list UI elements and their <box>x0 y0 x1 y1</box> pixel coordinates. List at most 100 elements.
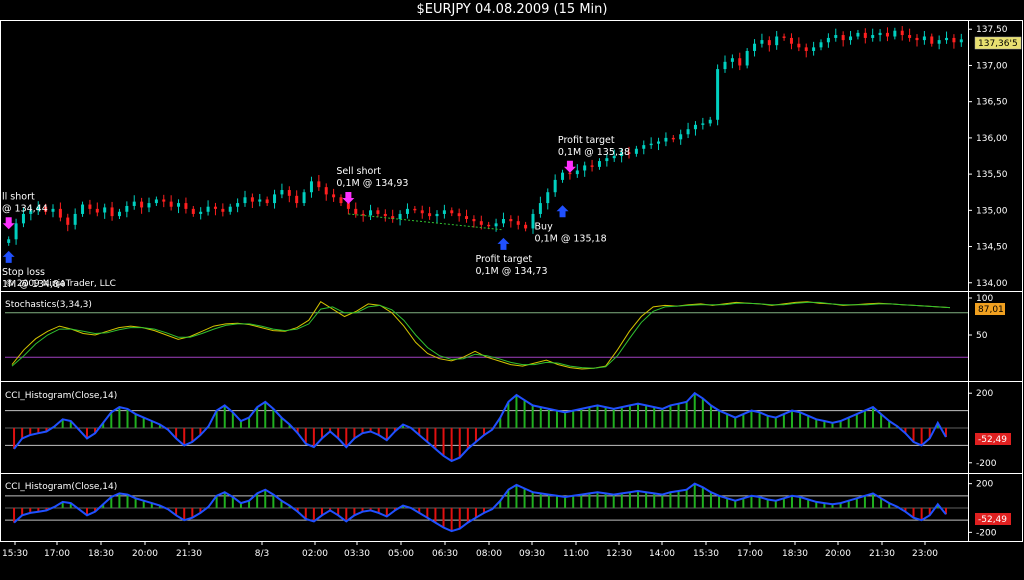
stochastics-panel[interactable]: 50 100 <box>5 294 993 370</box>
candle-body <box>472 219 476 222</box>
candle-body <box>81 204 85 214</box>
candle-body <box>930 36 934 44</box>
candle-body <box>945 37 949 41</box>
candle-body <box>117 211 121 217</box>
y-tick-label: 136,00 <box>976 134 1008 144</box>
candle-body <box>509 219 513 222</box>
candle-body <box>693 124 697 130</box>
candle-body <box>767 40 771 46</box>
candle-body <box>856 32 860 37</box>
candle-body <box>317 181 321 188</box>
x-tick-label: 15:30 <box>2 549 28 559</box>
stoch-d-line <box>11 301 951 369</box>
x-tick-label: 23:00 <box>912 549 938 559</box>
x-tick-label: 18:30 <box>88 549 114 559</box>
candle-body <box>243 197 247 204</box>
candle-body <box>184 203 188 209</box>
candle-body <box>797 43 801 48</box>
candle-body <box>405 208 409 214</box>
x-tick-label: 20:00 <box>132 549 158 559</box>
candle-body <box>21 213 25 224</box>
candle-body <box>922 36 926 41</box>
candle-body <box>590 165 594 167</box>
y-tick-label: -200 <box>976 528 997 538</box>
x-tick-label: 03:30 <box>344 549 370 559</box>
candle-body <box>789 37 793 44</box>
candle-body <box>885 32 889 37</box>
x-tick-label: 17:00 <box>737 549 763 559</box>
candle-body <box>206 206 210 212</box>
trade-annotation: 0,1M @ 135,18 <box>535 233 607 244</box>
price-panel[interactable]: 134,00 134,50 135,00 135,50 136,00 136,50 137,… <box>2 25 1008 290</box>
candle-body <box>51 208 55 212</box>
cci-line <box>13 482 947 533</box>
x-tick-label: 21:30 <box>869 549 895 559</box>
x-tick-label: 14:00 <box>649 549 675 559</box>
candle-body <box>546 192 550 204</box>
candle-body <box>295 195 299 204</box>
sell-arrow-icon <box>342 191 355 204</box>
candle-body <box>657 141 661 144</box>
candle-body <box>132 201 136 206</box>
stoch-value-badge: 87,01 <box>975 303 1005 315</box>
candle-body <box>959 39 963 43</box>
x-tick-label: 15:30 <box>693 549 719 559</box>
candle-body <box>354 208 358 214</box>
y-tick-label: 200 <box>976 389 993 399</box>
candle-body <box>568 172 572 175</box>
candle-body <box>369 210 373 216</box>
candle-body <box>760 40 764 44</box>
y-tick-label: 100 <box>976 294 993 304</box>
cci2-value-badge: -52,49 <box>975 513 1011 525</box>
candle-body <box>199 211 203 214</box>
candle-body <box>649 143 653 146</box>
candle-body <box>841 35 845 41</box>
candle-body <box>561 172 565 180</box>
cci-histogram-panel-1[interactable]: -200 200 <box>5 389 997 469</box>
candle-body <box>915 37 919 41</box>
candle-body <box>7 239 11 243</box>
candle-body <box>450 210 454 214</box>
candle-body <box>745 50 749 66</box>
candle-body <box>228 206 232 212</box>
candle-body <box>538 203 542 214</box>
candle-body <box>140 201 144 208</box>
candle-body <box>871 35 875 38</box>
x-tick-label: 21:30 <box>176 549 202 559</box>
candle-body <box>413 208 417 211</box>
cci1-value-label: -52,49 <box>978 435 1007 445</box>
candle-body <box>583 165 587 171</box>
chart-border <box>0 20 1023 542</box>
candle-body <box>501 219 505 224</box>
y-tick-label: 135,50 <box>976 170 1008 180</box>
chart-canvas[interactable]: 134,00 134,50 135,00 135,50 136,00 136,50 137,… <box>0 0 1024 580</box>
candle-body <box>280 190 284 195</box>
candle-body <box>265 199 269 204</box>
candle-body <box>597 161 601 167</box>
candle-body <box>487 224 491 227</box>
x-tick-label: 8/3 <box>255 549 269 559</box>
candle-body <box>420 210 424 214</box>
trade-annotation: Profit target <box>558 135 615 146</box>
cci-line <box>13 391 947 463</box>
candle-body <box>465 216 469 220</box>
candle-body <box>442 210 446 214</box>
y-tick-label: 134,50 <box>976 243 1008 253</box>
candle-body <box>634 148 638 154</box>
candle-body <box>834 35 838 38</box>
candle-body <box>66 217 70 225</box>
candle-body <box>309 181 313 193</box>
trade-annotation: 0,1M @ 134,93 <box>336 178 408 189</box>
candle-body <box>701 123 705 125</box>
candle-body <box>775 36 779 46</box>
panel-frames <box>0 20 1023 542</box>
time-axis[interactable]: 15:30 17:00 18:30 20:00 21:30 8/3 02:00 03:30 05… <box>0 541 968 559</box>
candle-body <box>58 208 62 218</box>
sell-arrow-icon <box>563 160 576 173</box>
cci2-value-label: -52,49 <box>978 515 1007 525</box>
candle-body <box>826 37 830 43</box>
candle-body <box>671 137 675 140</box>
cci-histogram-panel-2[interactable]: -200 200 <box>5 480 997 539</box>
y-tick-label: 137,00 <box>976 61 1008 71</box>
candle-body <box>383 213 387 217</box>
